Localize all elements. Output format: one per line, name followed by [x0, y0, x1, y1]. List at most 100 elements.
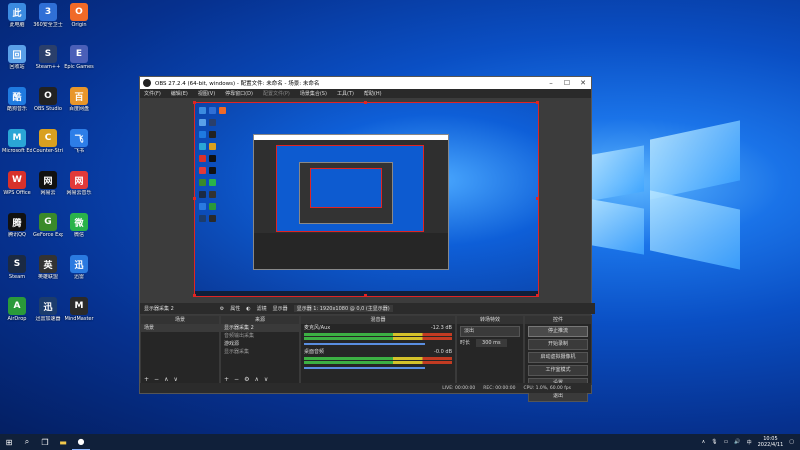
remove-icon[interactable]: − [154, 376, 159, 383]
mic-meter [304, 333, 452, 336]
desktop-icon[interactable]: 网网易云 [33, 171, 63, 196]
resize-handle[interactable] [364, 101, 367, 104]
desktop-icon[interactable]: 微微信 [64, 213, 94, 238]
obs-window[interactable]: OBS 27.2.4 (64-bit, windows) - 配置文件: 未命名… [139, 76, 595, 402]
resize-handle[interactable] [536, 197, 539, 200]
duration-input[interactable]: 300 ms [476, 339, 507, 347]
desktop-icon[interactable]: 回回收站 [2, 45, 32, 70]
desktop-icon[interactable]: 百百度网盘 [64, 87, 94, 112]
resize-handle[interactable] [193, 101, 196, 104]
transition-select[interactable]: 淡出 [460, 326, 520, 337]
virtual-camera-button[interactable]: 启动虚拟摄像机 [528, 352, 588, 363]
desktop-icon[interactable]: M MindMaster [64, 297, 94, 322]
desktop-icon[interactable]: CCounter-Strike [33, 129, 63, 154]
resize-handle[interactable] [193, 197, 196, 200]
menu-view[interactable]: 视图(V) [198, 90, 215, 97]
volume-icon[interactable]: 🔊 [734, 439, 740, 445]
mic-label: 麦克风/Aux [304, 325, 331, 331]
desktop-icon[interactable]: 腾腾讯QQ [2, 213, 32, 238]
desktop-icon[interactable]: A AirDrop [2, 297, 32, 322]
start-recording-button[interactable]: 开始录制 [528, 339, 588, 350]
windows-start-icon[interactable]: ⊞ [0, 434, 18, 450]
menu-file[interactable]: 文件(F) [144, 90, 161, 97]
remove-icon[interactable]: − [234, 376, 239, 383]
obs-taskbar-icon[interactable]: ● [72, 434, 90, 450]
app-icon: 百 [70, 87, 88, 105]
desktop-icon[interactable]: GGeForce Experience [33, 213, 63, 238]
add-icon[interactable]: + [224, 376, 229, 383]
menu-scene-collection[interactable]: 场景集合(S) [300, 90, 327, 97]
menu-edit[interactable]: 编辑(E) [171, 90, 188, 97]
desktop-icon[interactable]: MMicrosoft Edge [2, 129, 32, 154]
studio-mode-button[interactable]: 工作室模式 [528, 365, 588, 376]
source-item[interactable]: 显示器采集 [221, 348, 299, 356]
desktop-icon-label: Microsoft Edge [2, 148, 32, 154]
desktop-icon[interactable]: 酷酷狗音乐 [2, 87, 32, 112]
menu-docks[interactable]: 停靠窗口(D) [225, 90, 253, 97]
desktop-volume-slider[interactable] [304, 367, 425, 369]
up-icon[interactable]: ∧ [254, 376, 258, 383]
source-item[interactable]: 显示器采集 2 [221, 324, 299, 332]
desktop-audio-meter [304, 357, 452, 360]
maximize-icon[interactable]: ☐ [559, 79, 575, 87]
down-icon[interactable]: ∨ [173, 376, 177, 383]
menu-tools[interactable]: 工具(T) [337, 90, 354, 97]
gear-icon[interactable]: ⚙ [220, 306, 224, 312]
source-item[interactable]: 音频输出采集 [221, 332, 299, 340]
mixer-dock: 混音器 麦克风/Aux -12.3 dB 桌面音频 -0.0 dB [300, 315, 456, 385]
desktop-icon[interactable]: W WPS Office [2, 171, 32, 196]
gear-icon[interactable]: ⚙ [244, 376, 249, 383]
transitions-dock: 转场特效 淡出 时长 300 ms [456, 315, 524, 385]
desktop-icon[interactable]: 3 360安全卫士 [33, 3, 63, 28]
chevron-up-icon[interactable]: ∧ [702, 439, 706, 445]
desktop-icon[interactable]: O Origin [64, 3, 94, 28]
file-explorer-icon[interactable]: ▬ [54, 434, 72, 450]
system-tray: ∧ 🎙 ▭ 🔊 中 10:05 2022/4/11 ▢ [702, 434, 794, 450]
stop-streaming-button[interactable]: 停止推流 [528, 326, 588, 337]
menu-help[interactable]: 帮助(H) [364, 90, 382, 97]
desktop-icon[interactable]: E Epic Games [64, 45, 94, 70]
network-icon[interactable]: ▭ [724, 439, 729, 445]
task-view-icon[interactable]: ❐ [36, 434, 54, 450]
app-icon: 网 [39, 171, 57, 189]
desktop-icon-label: 网易云音乐 [66, 190, 92, 196]
input-method-icon[interactable]: 中 [747, 439, 752, 446]
properties-button[interactable]: 属性 [230, 305, 240, 312]
desktop-icon[interactable]: O OBS Studio [33, 87, 63, 112]
desktop-icon[interactable]: 英英雄联盟 [33, 255, 63, 280]
notification-icon[interactable]: ▢ [789, 439, 794, 445]
minimize-icon[interactable]: – [543, 79, 559, 87]
search-icon[interactable]: ⌕ [18, 434, 36, 450]
app-icon: 网 [70, 171, 88, 189]
add-icon[interactable]: + [144, 376, 149, 383]
resize-handle[interactable] [364, 294, 367, 297]
desktop-icon[interactable]: 飞飞书 [64, 129, 94, 154]
desktop-icon[interactable]: S Steam++ [33, 45, 63, 70]
mixer-channel: 桌面音频 -0.0 dB [301, 348, 455, 356]
resize-handle[interactable] [193, 294, 196, 297]
desktop-icon[interactable]: 迅迅雷加速器 [33, 297, 63, 322]
clock[interactable]: 10:05 2022/4/11 [758, 436, 784, 448]
source-item[interactable]: 游戏源 [221, 340, 299, 348]
close-icon[interactable]: ✕ [575, 79, 591, 87]
desktop-icon[interactable]: S Steam [2, 255, 32, 280]
filters-button[interactable]: 滤镜 [257, 305, 267, 312]
microphone-icon[interactable]: 🎙 [711, 439, 717, 445]
down-icon[interactable]: ∨ [264, 376, 268, 383]
desktop-icon[interactable]: 迅迅雷 [64, 255, 94, 280]
resize-handle[interactable] [536, 294, 539, 297]
filter-icon[interactable]: ◐ [246, 306, 250, 312]
display-select[interactable]: 显示器 1: 1920x1080 @ 0,0 (主显示器) [293, 305, 393, 312]
status-bar: LIVE: 00:00:00 REC: 00:00:00 CPU: 1.0%, … [140, 383, 591, 393]
mic-volume-slider[interactable] [304, 343, 425, 345]
app-icon: 迅 [39, 297, 57, 315]
window-titlebar[interactable]: OBS 27.2.4 (64-bit, windows) - 配置文件: 未命名… [140, 77, 591, 89]
app-icon: 微 [70, 213, 88, 231]
scene-item[interactable]: 场景 [141, 324, 219, 332]
desktop-icon[interactable]: 网网易云音乐 [64, 171, 94, 196]
up-icon[interactable]: ∧ [164, 376, 168, 383]
resize-handle[interactable] [536, 101, 539, 104]
menu-profile[interactable]: 配置文件(P) [263, 90, 290, 97]
desktop-icon[interactable]: 此此电脑 [2, 3, 32, 28]
preview-canvas[interactable] [194, 102, 539, 297]
